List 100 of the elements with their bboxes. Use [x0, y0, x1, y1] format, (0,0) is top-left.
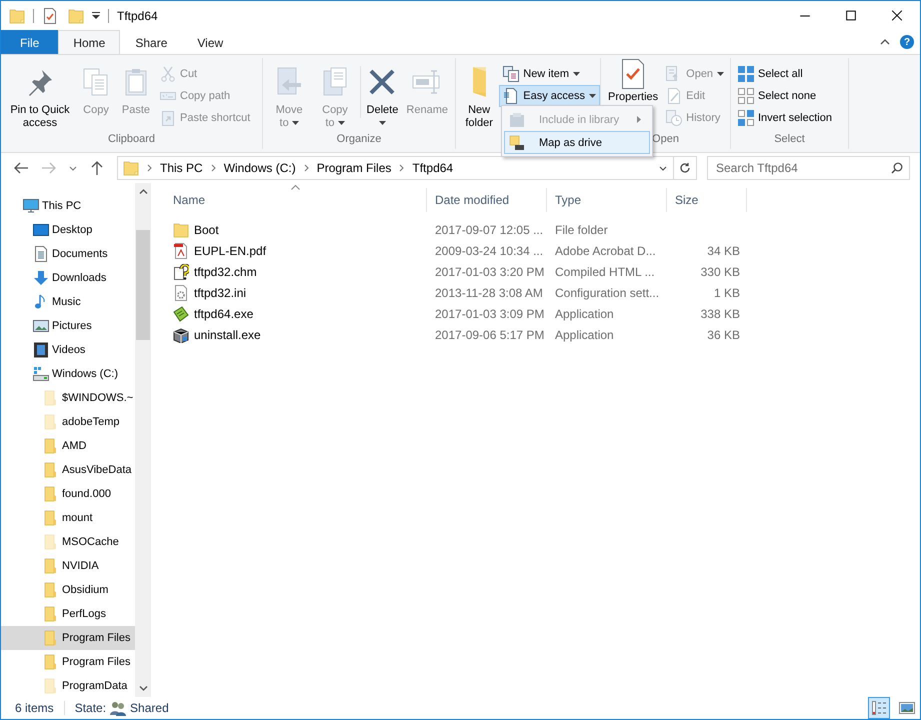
nav-item[interactable]: Downloads: [1, 266, 135, 290]
invert-selection-button[interactable]: Invert selection: [734, 107, 836, 129]
nav-item[interactable]: Music: [1, 290, 135, 314]
scroll-up-icon[interactable]: [138, 189, 148, 194]
nav-item[interactable]: Obsidium: [1, 578, 135, 602]
chevron-icon[interactable]: [304, 164, 309, 172]
caret-icon: [338, 121, 345, 126]
nav-item[interactable]: PerfLogs: [1, 602, 135, 626]
select-all-button[interactable]: Select all: [734, 63, 836, 85]
select-none-icon: [738, 88, 754, 104]
nav-item[interactable]: Documents: [1, 242, 135, 266]
address-bar[interactable]: This PC Windows (C:) Program Files Tftpd64: [117, 156, 674, 180]
folder-icon: [9, 8, 25, 24]
folder-icon: [123, 160, 139, 176]
type-cell-text: Adobe Acrobat D...: [554, 244, 657, 258]
file-name-cell[interactable]: Boot: [165, 222, 427, 238]
folder-icon: [472, 66, 487, 98]
refresh-icon: [679, 162, 691, 174]
type-cell-text: Application: [554, 328, 615, 342]
file-name-cell[interactable]: tftpd32.chm: [165, 264, 427, 280]
pin-button[interactable]: Pin to Quick access: [4, 60, 76, 132]
state-label: State:: [74, 701, 106, 715]
nav-item[interactable]: Program Files: [1, 650, 135, 674]
delete-button[interactable]: Delete: [362, 60, 402, 127]
column-header[interactable]: Name: [165, 188, 427, 212]
column-header[interactable]: Date modified: [427, 188, 547, 212]
chevron-icon[interactable]: [147, 164, 152, 172]
size-cell-text: 330 KB: [700, 264, 741, 278]
size-cell-text: 36 KB: [706, 328, 741, 342]
group-label: Organize: [336, 132, 382, 147]
nav-item[interactable]: Desktop: [1, 218, 135, 242]
nav-item[interactable]: MSOCache: [1, 530, 135, 554]
monitor-icon: [23, 198, 39, 214]
scrollbar-thumb[interactable]: [136, 230, 150, 340]
download-arrow-icon: [33, 270, 49, 286]
ribbon-tab[interactable]: Home: [58, 30, 120, 54]
collapse-ribbon-icon[interactable]: [880, 39, 890, 45]
scrollbar[interactable]: [135, 183, 151, 697]
chevron-icon[interactable]: [399, 164, 404, 172]
breadcrumb-link[interactable]: Windows (C:): [224, 161, 296, 175]
history-caret-icon[interactable]: [659, 166, 667, 170]
search-icon: [891, 162, 903, 174]
properties-icon[interactable]: [42, 8, 58, 24]
scroll-down-icon[interactable]: [138, 686, 148, 691]
details-view-icon: [871, 700, 887, 716]
ribbon-tab[interactable]: View: [182, 30, 238, 54]
nav-item[interactable]: Videos: [1, 338, 135, 362]
clipboard-shortcut-icon: [160, 110, 176, 126]
menu-item[interactable]: Map as drive: [504, 131, 650, 154]
search-field[interactable]: Search Tftpd64: [707, 156, 910, 180]
chevron-icon[interactable]: [210, 164, 216, 172]
nav-item[interactable]: AsusVibeData: [1, 458, 135, 482]
file-name-cell[interactable]: uninstall.exe: [165, 326, 427, 342]
caret-icon: [378, 121, 386, 125]
new-item-button[interactable]: New item: [499, 63, 600, 85]
details-view-button[interactable]: [868, 697, 890, 719]
breadcrumb-link[interactable]: This PC: [160, 161, 203, 175]
column-header[interactable]: Size: [667, 188, 747, 212]
nav-item[interactable]: ProgramData: [1, 674, 135, 697]
large-icons-view-icon: [899, 700, 915, 716]
film-icon: [33, 342, 49, 358]
nav-item[interactable]: found.000: [1, 482, 135, 506]
nav-item[interactable]: Program Files: [1, 626, 135, 650]
up-arrow-icon[interactable]: [89, 160, 105, 176]
file-name-cell[interactable]: tftpd64.exe: [165, 306, 427, 322]
easy-access-button[interactable]: Easy access: [499, 85, 600, 107]
nav-item[interactable]: mount: [1, 506, 135, 530]
item-count: 6 items: [15, 701, 54, 715]
nav-item[interactable]: NVIDIA: [1, 554, 135, 578]
document-icon: [33, 246, 49, 262]
nav-item[interactable]: Pictures: [1, 314, 135, 338]
breadcrumb-link[interactable]: Program Files: [316, 161, 392, 175]
new-folder-button[interactable]: New folder: [459, 60, 500, 132]
ribbon-tab[interactable]: File: [1, 30, 58, 54]
nav-item[interactable]: This PC: [1, 194, 135, 218]
size-cell-text: 338 KB: [700, 306, 741, 320]
size-cell-text: 1 KB: [712, 286, 741, 300]
breadcrumb-link[interactable]: Tftpd64: [412, 161, 454, 175]
file-name-cell[interactable]: EUPL-EN.pdf: [165, 242, 427, 258]
nav-item[interactable]: $WINDOWS.~: [1, 386, 135, 410]
ribbon-tab[interactable]: Share: [120, 30, 182, 54]
sort-caret-icon: [291, 185, 300, 190]
file-name-cell[interactable]: tftpd32.ini: [165, 284, 427, 300]
nav-item[interactable]: Windows (C:): [1, 362, 135, 386]
back-arrow-icon[interactable]: [13, 160, 29, 176]
customize-caret-icon[interactable]: [92, 12, 100, 19]
column-header[interactable]: Type: [547, 188, 667, 212]
submenu-arrow-icon: [637, 116, 641, 123]
nav-item[interactable]: adobeTemp: [1, 410, 135, 434]
recent-caret-icon[interactable]: [69, 166, 77, 170]
date-cell-text: 2017-01-03 3:20 PM: [434, 264, 546, 278]
pdf-file-icon: [173, 242, 189, 258]
edit-icon: [666, 88, 682, 104]
type-cell-text: Configuration sett...: [554, 286, 660, 300]
select-none-button[interactable]: Select none: [734, 85, 836, 107]
properties-button[interactable]: Properties: [604, 57, 662, 106]
group-label: Open: [651, 132, 680, 147]
nav-item[interactable]: AMD: [1, 434, 135, 458]
help-button[interactable]: ?: [900, 35, 914, 49]
refresh-button[interactable]: [674, 156, 697, 180]
